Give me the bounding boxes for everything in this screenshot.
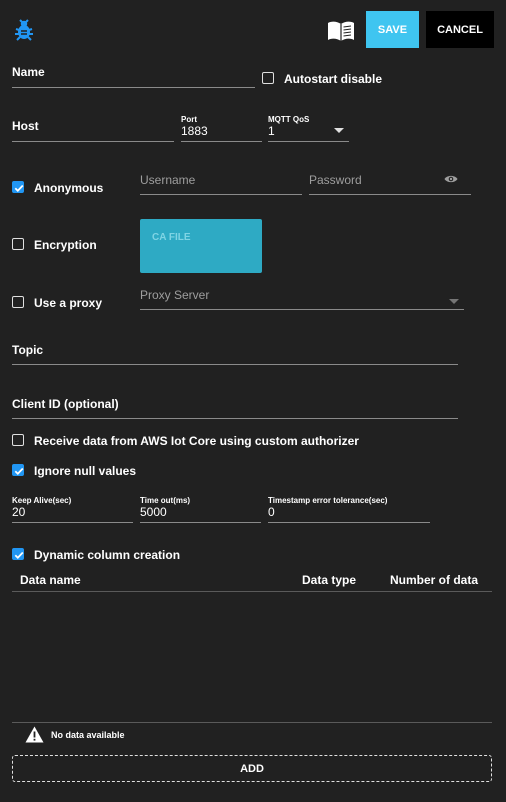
- topic-label: Topic: [12, 343, 44, 357]
- port-input[interactable]: [181, 141, 262, 142]
- autostart-label: Autostart disable: [284, 72, 383, 86]
- dynamic-column-label: Dynamic column creation: [34, 548, 181, 562]
- encryption-label: Encryption: [34, 238, 97, 252]
- timeout-input[interactable]: [140, 522, 261, 523]
- anonymous-label: Anonymous: [34, 181, 104, 195]
- qos-label: MQTT QoS: [268, 115, 310, 124]
- autostart-checkbox[interactable]: [262, 72, 274, 84]
- cancel-button[interactable]: CANCEL: [426, 11, 494, 48]
- host-label: Host: [12, 119, 39, 133]
- port-value: 1883: [181, 124, 208, 138]
- name-label: Name: [12, 65, 45, 79]
- add-button[interactable]: ADD: [12, 755, 492, 782]
- proxy-server-underline: [140, 309, 464, 310]
- host-input[interactable]: [12, 141, 174, 142]
- password-input[interactable]: Password: [309, 173, 362, 187]
- name-input[interactable]: [12, 87, 255, 88]
- timestamp-tolerance-value: 0: [268, 505, 275, 519]
- topic-input[interactable]: [12, 364, 458, 365]
- timestamp-tolerance-input[interactable]: [268, 522, 430, 523]
- warning-icon: [25, 726, 44, 743]
- chevron-down-icon[interactable]: [334, 123, 344, 133]
- qos-value: 1: [268, 124, 275, 138]
- username-input[interactable]: Username: [140, 173, 195, 187]
- bug-icon: [12, 18, 36, 42]
- eye-icon[interactable]: [444, 173, 458, 183]
- keep-alive-input[interactable]: [12, 522, 133, 523]
- open-book-icon[interactable]: [327, 20, 355, 42]
- anonymous-checkbox[interactable]: [12, 181, 24, 193]
- client-id-input[interactable]: [12, 418, 458, 419]
- client-id-label: Client ID (optional): [12, 397, 119, 411]
- ca-file-label: CA FILE: [152, 232, 191, 243]
- timestamp-tolerance-label: Timestamp error tolerance(sec): [268, 496, 388, 505]
- chevron-down-icon[interactable]: [449, 294, 459, 304]
- proxy-label: Use a proxy: [34, 296, 103, 310]
- keep-alive-label: Keep Alive(sec): [12, 496, 72, 505]
- column-header-data-type[interactable]: Data type: [302, 573, 356, 587]
- password-underline: [309, 194, 471, 195]
- proxy-checkbox[interactable]: [12, 296, 24, 308]
- ignore-null-label: Ignore null values: [34, 464, 137, 478]
- aws-label: Receive data from AWS Iot Core using cus…: [34, 434, 359, 448]
- table-footer-divider: [12, 722, 492, 723]
- column-header-number-of-data[interactable]: Number of data: [390, 573, 478, 587]
- timeout-label: Time out(ms): [140, 496, 191, 505]
- qos-select[interactable]: [268, 141, 349, 142]
- save-button[interactable]: SAVE: [366, 11, 419, 48]
- ignore-null-checkbox[interactable]: [12, 464, 24, 476]
- dynamic-column-checkbox[interactable]: [12, 548, 24, 560]
- column-header-data-name[interactable]: Data name: [20, 573, 81, 587]
- table-header-divider: [12, 591, 492, 592]
- port-label: Port: [181, 115, 197, 124]
- aws-checkbox[interactable]: [12, 434, 24, 446]
- keep-alive-value: 20: [12, 505, 26, 519]
- encryption-checkbox[interactable]: [12, 238, 24, 250]
- timeout-value: 5000: [140, 505, 167, 519]
- proxy-server-select[interactable]: Proxy Server: [140, 288, 209, 302]
- username-underline: [140, 194, 302, 195]
- empty-table-message: No data available: [51, 730, 125, 740]
- ca-file-button[interactable]: CA FILE: [140, 219, 262, 273]
